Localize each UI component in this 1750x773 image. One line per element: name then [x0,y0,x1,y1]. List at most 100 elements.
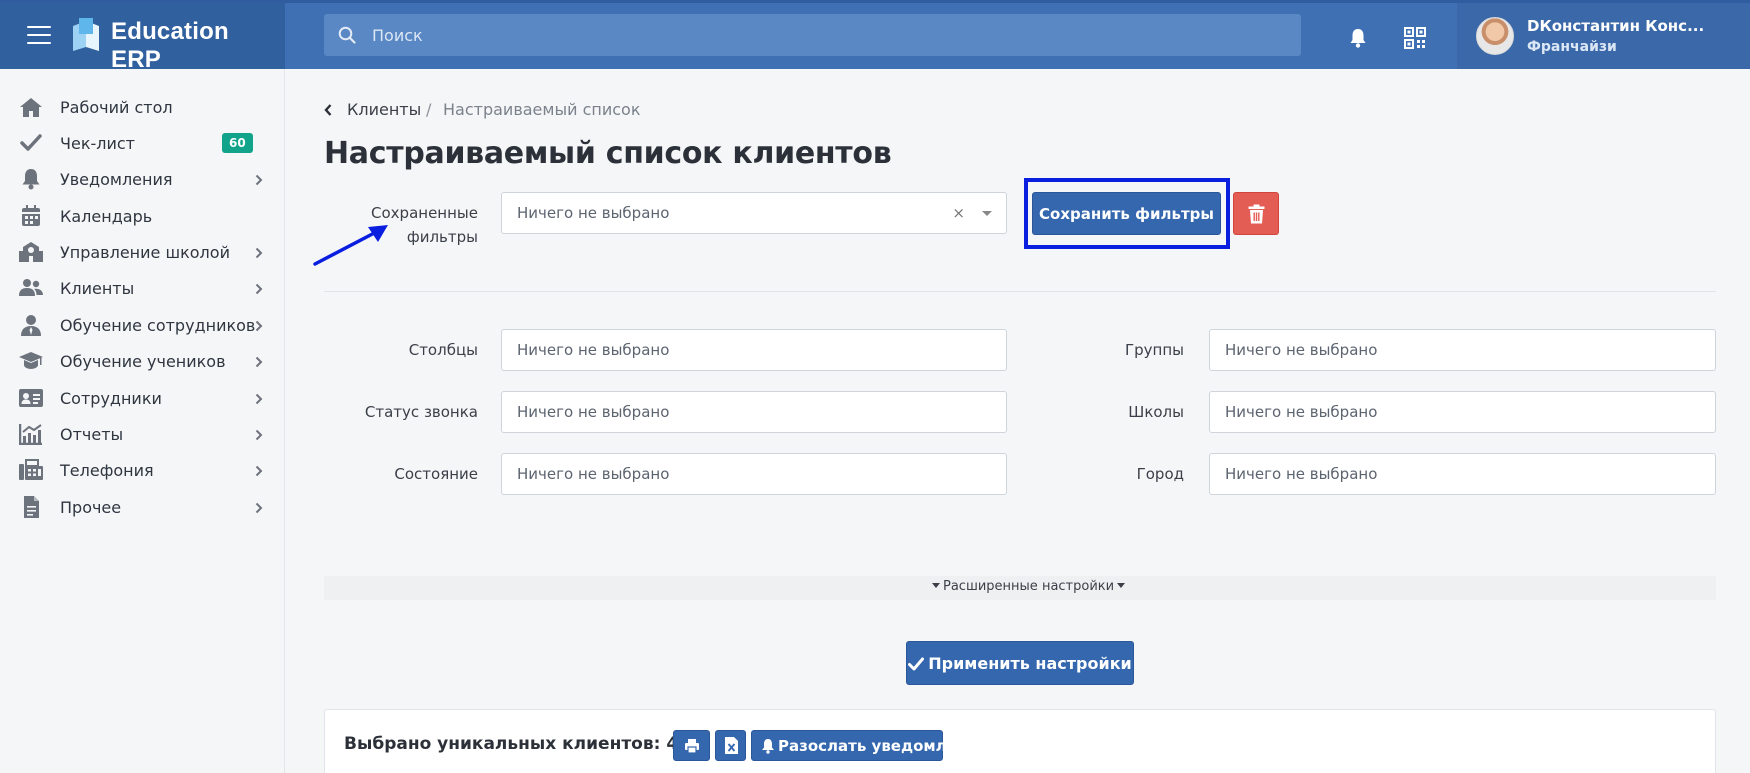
sidebar-item-notifications[interactable]: Уведомления [0,162,285,198]
school-icon [19,242,43,262]
checklist-count-badge: 60 [222,133,253,153]
export-excel-button[interactable] [715,730,746,761]
calendar-icon [22,205,40,226]
trash-icon [1248,204,1265,224]
search-bar[interactable] [324,14,1301,56]
notifications-bell-icon[interactable] [1348,27,1368,49]
chevron-right-icon [255,283,263,295]
schools-select[interactable]: Ничего не выбрано [1209,391,1716,433]
fax-icon [19,459,43,480]
section-divider [324,291,1716,292]
sidebar-item-label: Уведомления [60,170,173,189]
chart-icon [19,424,42,445]
groups-label: Группы [1124,341,1184,359]
menu-toggle-icon[interactable] [27,26,51,44]
sidebar-item-checklist[interactable]: Чек-лист 60 [0,126,285,162]
caret-down-icon [932,583,940,588]
city-label: Город [1136,465,1184,483]
saved-filters-value: Ничего не выбрано [517,204,670,222]
schools-label: Школы [1128,403,1184,421]
columns-label: Столбцы [408,341,478,359]
check-icon [908,657,925,670]
chevron-right-icon [255,393,263,405]
avatar[interactable] [1476,17,1514,55]
search-icon [338,26,356,44]
sidebar-item-clients[interactable]: Клиенты [0,271,285,307]
sidebar-item-label: Обучение сотрудников [60,316,256,335]
chevron-right-icon [255,174,263,186]
apply-settings-button[interactable]: Применить настройки [906,641,1134,685]
graduation-cap-icon [19,352,43,369]
state-value: Ничего не выбрано [517,465,670,483]
staff-training-icon [21,315,41,336]
chevron-right-icon [255,429,263,441]
city-value: Ничего не выбрано [1225,465,1378,483]
sidebar-item-label: Сотрудники [60,389,162,408]
apply-settings-label: Применить настройки [928,653,1132,673]
sidebar-item-reports[interactable]: Отчеты [0,417,285,453]
sidebar-item-label: Чек-лист [60,134,135,153]
chevron-right-icon [255,465,263,477]
save-filters-button[interactable]: Сохранить фильтры [1032,192,1221,235]
excel-file-icon [725,737,738,754]
bell-icon [22,169,40,190]
print-icon [685,739,699,754]
sidebar: Рабочий стол Чек-лист 60 Уведомления Кал… [0,69,285,773]
users-icon [19,279,43,296]
call-status-label: Статус звонка [364,403,478,421]
sidebar-item-label: Календарь [60,207,153,226]
call-status-select[interactable]: Ничего не выбрано [501,391,1007,433]
sidebar-item-dashboard[interactable]: Рабочий стол [0,90,285,126]
chevron-right-icon [255,502,263,514]
caret-down-icon[interactable] [982,211,992,216]
file-icon [24,496,39,518]
caret-down-icon [1117,583,1126,588]
sidebar-item-school-management[interactable]: Управление школой [0,235,285,271]
chevron-right-icon [255,356,263,368]
groups-select[interactable]: Ничего не выбрано [1209,329,1716,371]
breadcrumb-separator: / [426,100,432,119]
advanced-settings-label: Расширенные настройки [943,579,1115,594]
results-count-title: Выбрано уникальных клиентов: 45 [344,734,690,754]
top-header: Education ERP DКонстантин Конс... Франча… [0,0,1750,73]
sidebar-item-staff-training[interactable]: Обучение сотрудников [0,308,285,344]
user-role: Франчайзи [1527,39,1617,55]
sidebar-item-other[interactable]: Прочее [0,490,285,526]
logo-icon [73,18,99,51]
bell-icon [762,739,774,754]
annotation-arrow-icon [313,225,388,266]
chevron-left-icon[interactable] [323,103,333,117]
brand-area: Education ERP [0,3,285,73]
columns-value: Ничего не выбрано [517,341,670,359]
saved-filters-select[interactable]: Ничего не выбрано × [501,192,1007,234]
sidebar-item-telephony[interactable]: Телефония [0,453,285,489]
sidebar-item-label: Обучение учеников [60,352,226,371]
delete-filter-button[interactable] [1233,192,1279,235]
sidebar-item-student-training[interactable]: Обучение учеников [0,344,285,380]
sidebar-item-label: Отчеты [60,425,124,444]
home-icon [20,98,42,117]
breadcrumb-clients[interactable]: Клиенты [347,100,421,119]
state-label: Состояние [394,465,478,483]
columns-select[interactable]: Ничего не выбрано [501,329,1007,371]
city-select[interactable]: Ничего не выбрано [1209,453,1716,495]
sidebar-item-label: Рабочий стол [60,98,173,117]
qr-code-icon[interactable] [1404,27,1426,49]
sidebar-item-calendar[interactable]: Календарь [0,199,285,235]
sidebar-item-label: Клиенты [60,279,135,298]
check-icon [20,134,42,151]
send-notification-button[interactable]: Разослать уведомление [751,730,988,761]
user-profile-menu[interactable]: DКонстантин Конс... Франчайзи [1457,3,1750,69]
sidebar-item-label: Управление школой [60,243,230,262]
state-select[interactable]: Ничего не выбрано [501,453,1007,495]
call-status-value: Ничего не выбрано [517,403,670,421]
search-input[interactable] [372,14,1272,56]
print-button[interactable] [673,730,710,761]
id-card-icon [19,389,43,407]
sidebar-item-employees[interactable]: Сотрудники [0,381,285,417]
chevron-right-icon [255,247,263,259]
app-title[interactable]: Education ERP [111,18,285,74]
breadcrumb-current: Настраиваемый список [443,100,641,119]
advanced-settings-toggle[interactable]: Расширенные настройки [929,579,1128,594]
clear-selection-icon[interactable]: × [952,204,965,222]
